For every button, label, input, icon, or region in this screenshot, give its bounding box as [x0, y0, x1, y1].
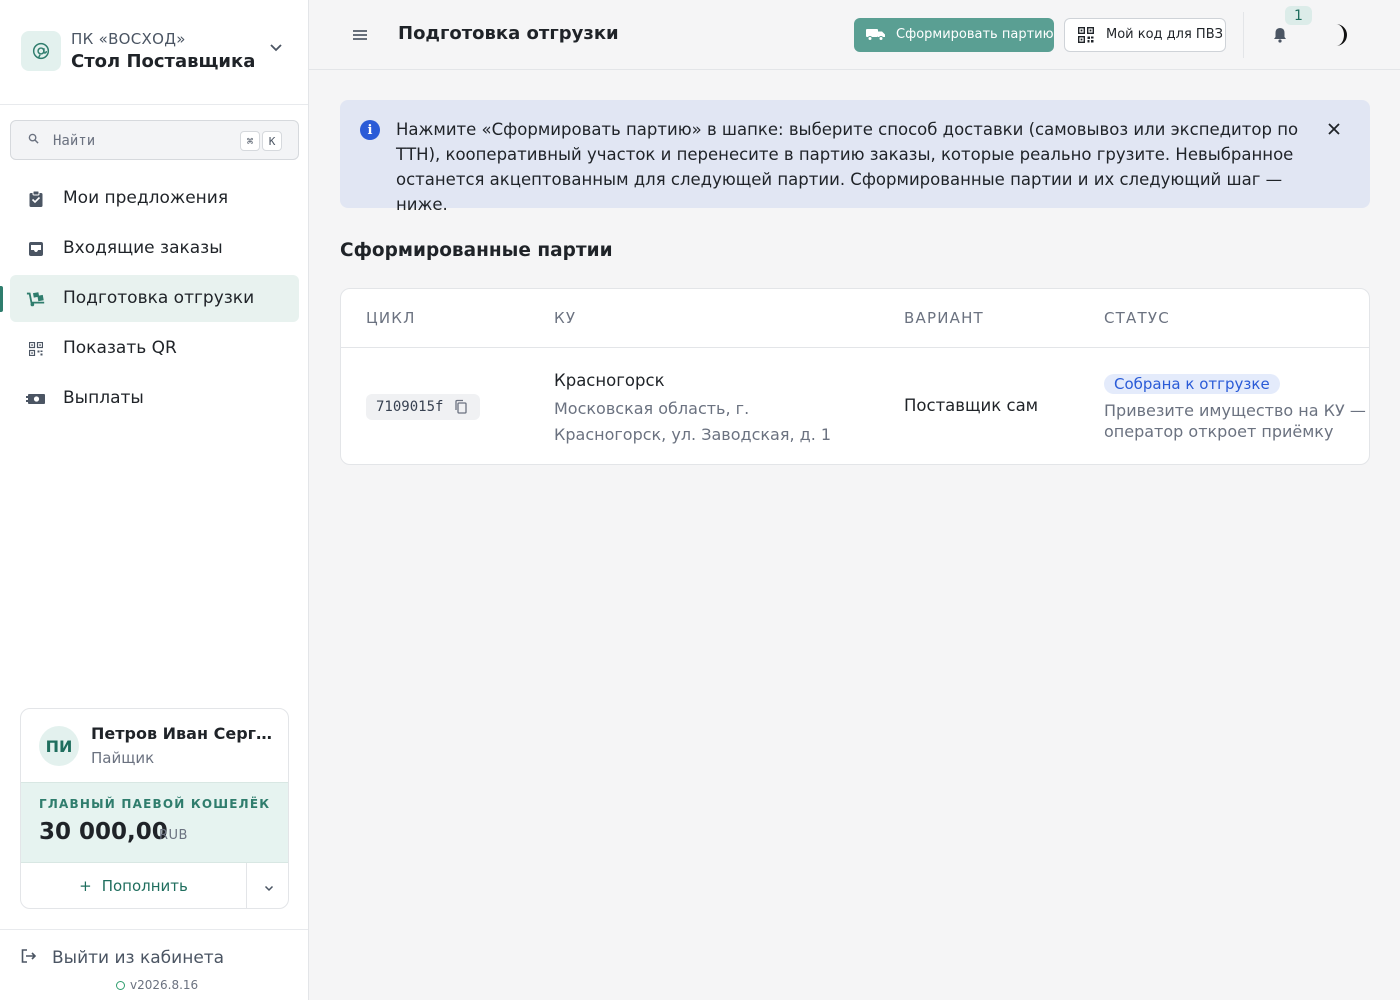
app-version: v2026.8.16 [116, 978, 198, 992]
column-header-cycle[interactable]: ЦИКЛ [366, 309, 416, 327]
chevron-down-icon [264, 877, 274, 896]
status-badge: Собрана к отгрузке [1104, 374, 1280, 394]
sidebar-item-label: Мои предложения [63, 188, 229, 208]
create-batch-label: Сформировать партию [896, 27, 1054, 42]
moon-icon[interactable] [1326, 22, 1352, 48]
copy-icon[interactable] [453, 399, 469, 415]
plus-icon: + [79, 877, 92, 895]
cycle-id: 7109015f [376, 399, 444, 415]
close-icon[interactable] [1324, 119, 1344, 139]
chevron-down-icon[interactable] [266, 38, 286, 58]
logout-button[interactable]: Выйти из кабинета [20, 946, 224, 970]
sidebar-item-label: Входящие заказы [63, 238, 223, 258]
column-header-variant[interactable]: ВАРИАНТ [904, 309, 984, 327]
qr-code-icon [1077, 26, 1094, 47]
wallet-panel: ГЛАВНЫЙ ПАЕВОЙ КОШЕЛЁК 30 000,00 RUB [21, 782, 288, 863]
sidebar-item-label: Показать QR [63, 338, 177, 358]
sidebar-item-payouts[interactable]: Выплаты [10, 375, 299, 422]
dolly-icon [26, 289, 46, 309]
search-icon [28, 133, 39, 147]
ku-address: Московская область, г. Красногорск, ул. … [554, 399, 832, 444]
user-name: Петров Иван Сергеевич [91, 724, 276, 743]
sidebar-item-offers[interactable]: Мои предложения [10, 175, 299, 222]
info-icon: i [360, 120, 380, 140]
shortcut-key: K [262, 131, 282, 151]
qr-icon [26, 339, 46, 359]
info-alert-text: Нажмите «Сформировать партию» в шапке: в… [396, 120, 1299, 214]
sidebar-item-show-qr[interactable]: Показать QR [10, 325, 299, 372]
divider [341, 347, 1369, 348]
sidebar-footer: Выйти из кабинета v2026.8.16 [0, 929, 308, 1000]
topup-label: Пополнить [101, 877, 188, 895]
clipboard-icon [26, 189, 46, 209]
bell-icon[interactable] [1270, 25, 1290, 45]
money-icon [26, 389, 46, 409]
pickup-code-label: Мой код для ПВЗ [1106, 27, 1223, 42]
cycle-id-chip: 7109015f [366, 394, 480, 420]
leaf-at-icon [21, 31, 61, 71]
version-label: v2026.8.16 [130, 978, 199, 992]
batches-table: ЦИКЛ КУ ВАРИАНТ СТАТУС 7109015f Красного… [340, 288, 1370, 465]
sidebar-item-shipment-prep[interactable]: Подготовка отгрузки [10, 275, 299, 322]
user-role: Пайщик [91, 749, 155, 767]
menu-icon[interactable] [349, 24, 371, 46]
status-dot-icon [116, 980, 125, 990]
ku-name: Красногорск [554, 371, 665, 390]
search-input[interactable] [53, 130, 223, 152]
divider [1243, 12, 1244, 58]
user-card: ПИ Петров Иван Сергеевич Пайщик ГЛАВНЫЙ … [20, 708, 289, 909]
delivery-variant: Поставщик сам [904, 396, 1039, 415]
topbar: Подготовка отгрузки Сформировать партию … [309, 0, 1400, 70]
wallet-label: ГЛАВНЫЙ ПАЕВОЙ КОШЕЛЁК [39, 797, 271, 811]
logout-icon [20, 948, 38, 968]
column-header-status[interactable]: СТАТУС [1104, 309, 1170, 327]
brand-header[interactable]: ПК «ВОСХОД» Стол Поставщика [0, 0, 308, 105]
truck-icon [866, 26, 886, 46]
wallet-amount: 30 000,00 [39, 819, 168, 845]
sidebar: ПК «ВОСХОД» Стол Поставщика ⌘ K Мои пред… [0, 0, 309, 1000]
notification-count-badge: 1 [1285, 6, 1312, 25]
create-batch-button[interactable]: Сформировать партию [854, 18, 1054, 52]
inbox-icon [26, 239, 46, 259]
topup-button[interactable]: + Пополнить [21, 863, 246, 908]
active-indicator [0, 286, 3, 312]
org-name: ПК «ВОСХОД» [71, 30, 186, 48]
app-name: Стол Поставщика [71, 51, 256, 72]
avatar[interactable]: ПИ [39, 726, 79, 766]
shortcut-mod-key: ⌘ [240, 131, 260, 151]
sidebar-item-orders[interactable]: Входящие заказы [10, 225, 299, 272]
section-title: Сформированные партии [340, 240, 613, 261]
status-hint: Привезите имущество на КУ — оператор отк… [1104, 401, 1366, 441]
search-box[interactable]: ⌘ K [10, 120, 299, 160]
wallet-menu-button[interactable] [246, 863, 288, 908]
logout-label: Выйти из кабинета [52, 948, 225, 968]
pickup-code-button[interactable]: Мой код для ПВЗ [1064, 18, 1226, 52]
page-title: Подготовка отгрузки [398, 23, 619, 44]
column-header-ku[interactable]: КУ [554, 309, 576, 327]
wallet-currency: RUB [159, 828, 188, 843]
sidebar-item-label: Выплаты [63, 388, 144, 408]
sidebar-item-label: Подготовка отгрузки [63, 288, 255, 308]
info-alert: i Нажмите «Сформировать партию» в шапке:… [340, 100, 1370, 214]
